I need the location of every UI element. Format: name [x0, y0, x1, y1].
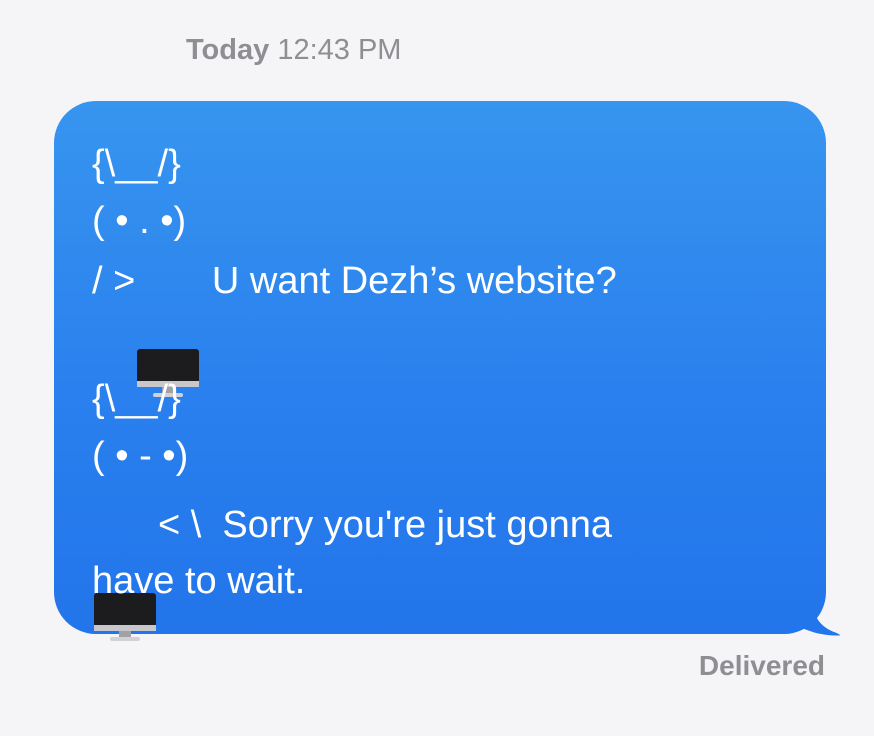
- message-text: U want Dezh’s website?: [201, 260, 617, 302]
- message-text: < \ Sorry you're just gonna: [158, 504, 612, 546]
- message-line: ( • - •): [92, 435, 189, 477]
- message-line: / > U want Dezh’s website?: [92, 255, 617, 397]
- message-line: have to wait.: [92, 560, 306, 602]
- message-line: {\__/}: [92, 143, 181, 185]
- message-line: ( • . •): [92, 200, 187, 242]
- timestamp-time: 12:43 PM: [277, 34, 402, 66]
- delivery-status: Delivered: [698, 650, 825, 681]
- desktop-computer-icon: [135, 255, 201, 397]
- desktop-computer-icon: [92, 499, 158, 641]
- message-line: < \ Sorry you're just gonna: [92, 499, 612, 641]
- message-line: {\__/}: [92, 378, 181, 420]
- message-timestamp: Today 12:43 PM: [186, 34, 401, 67]
- message-bubble[interactable]: {\__/} ( • . •) / > U want Dezh’s websit…: [54, 101, 844, 641]
- timestamp-day: Today: [186, 34, 270, 66]
- message-text: / >: [92, 260, 136, 302]
- message-bubble-body: {\__/} ( • . •) / > U want Dezh’s websit…: [54, 101, 826, 641]
